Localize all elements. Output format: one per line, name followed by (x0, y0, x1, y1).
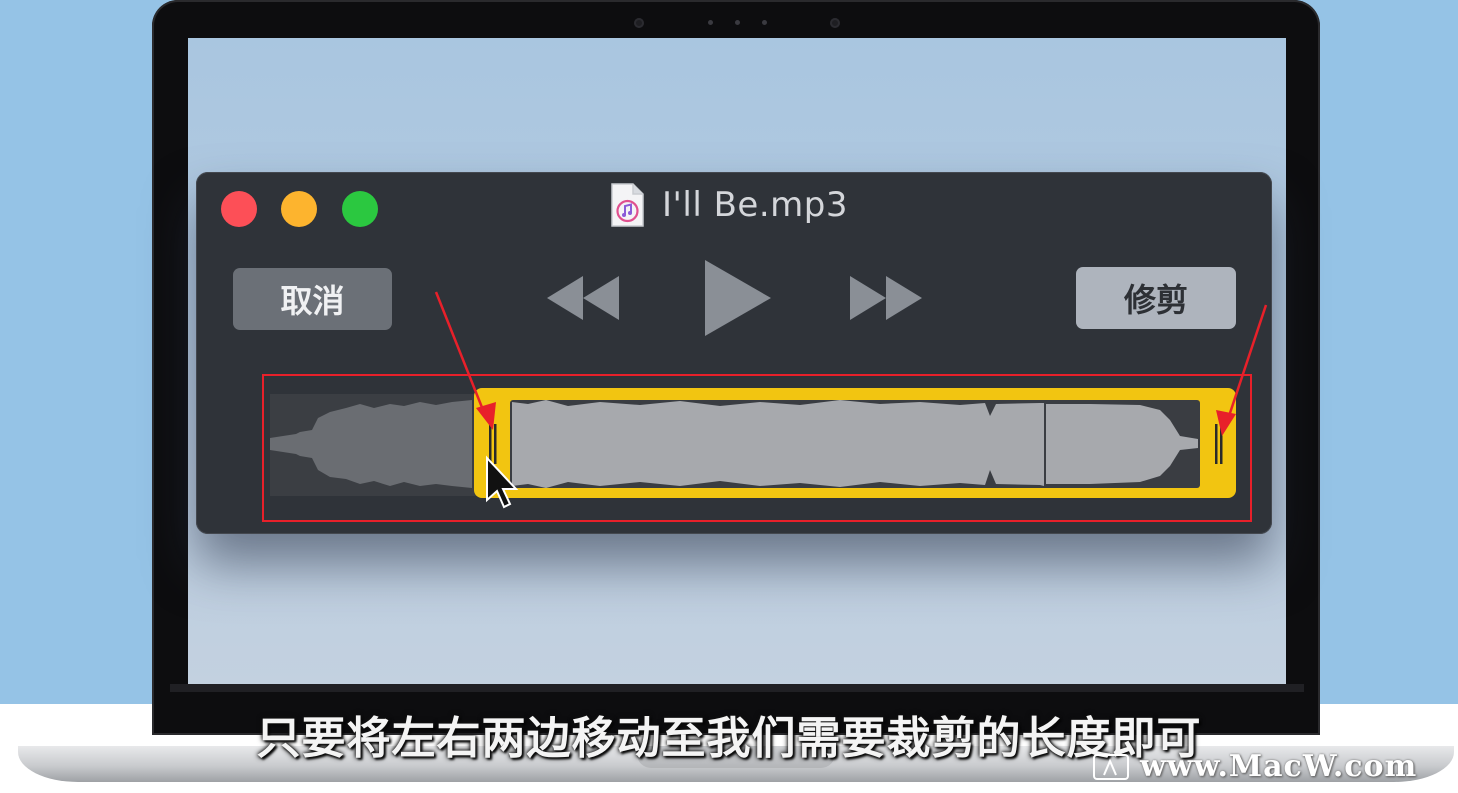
fast-forward-icon (850, 276, 922, 320)
fast-forward-button[interactable] (848, 274, 924, 326)
watermark-text: www.MacW.com (1140, 748, 1418, 784)
camera-sensor-right (830, 18, 840, 28)
camera-indicator (708, 20, 713, 25)
camera-sensor-left (634, 18, 644, 28)
rewind-icon (547, 276, 619, 320)
itunes-audio-file-icon (610, 183, 644, 227)
play-icon (705, 260, 771, 336)
play-button[interactable] (703, 258, 773, 342)
macw-logo-icon (1093, 754, 1129, 780)
watermark: www.MacW.com (1092, 748, 1417, 784)
minimize-window-button[interactable] (281, 191, 317, 227)
screen-bezel-bottom (170, 684, 1304, 692)
camera-indicator-right (762, 20, 767, 25)
window-title: I'll Be.mp3 (662, 185, 848, 225)
annotation-highlight-box (262, 374, 1252, 522)
window-title-bar: I'll Be.mp3 (610, 180, 848, 230)
maximize-window-button[interactable] (342, 191, 378, 227)
close-window-button[interactable] (221, 191, 257, 227)
rewind-button[interactable] (545, 274, 621, 326)
cancel-button[interactable]: 取消 (233, 268, 392, 330)
trim-button[interactable]: 修剪 (1076, 267, 1236, 329)
camera-lens (735, 20, 740, 25)
